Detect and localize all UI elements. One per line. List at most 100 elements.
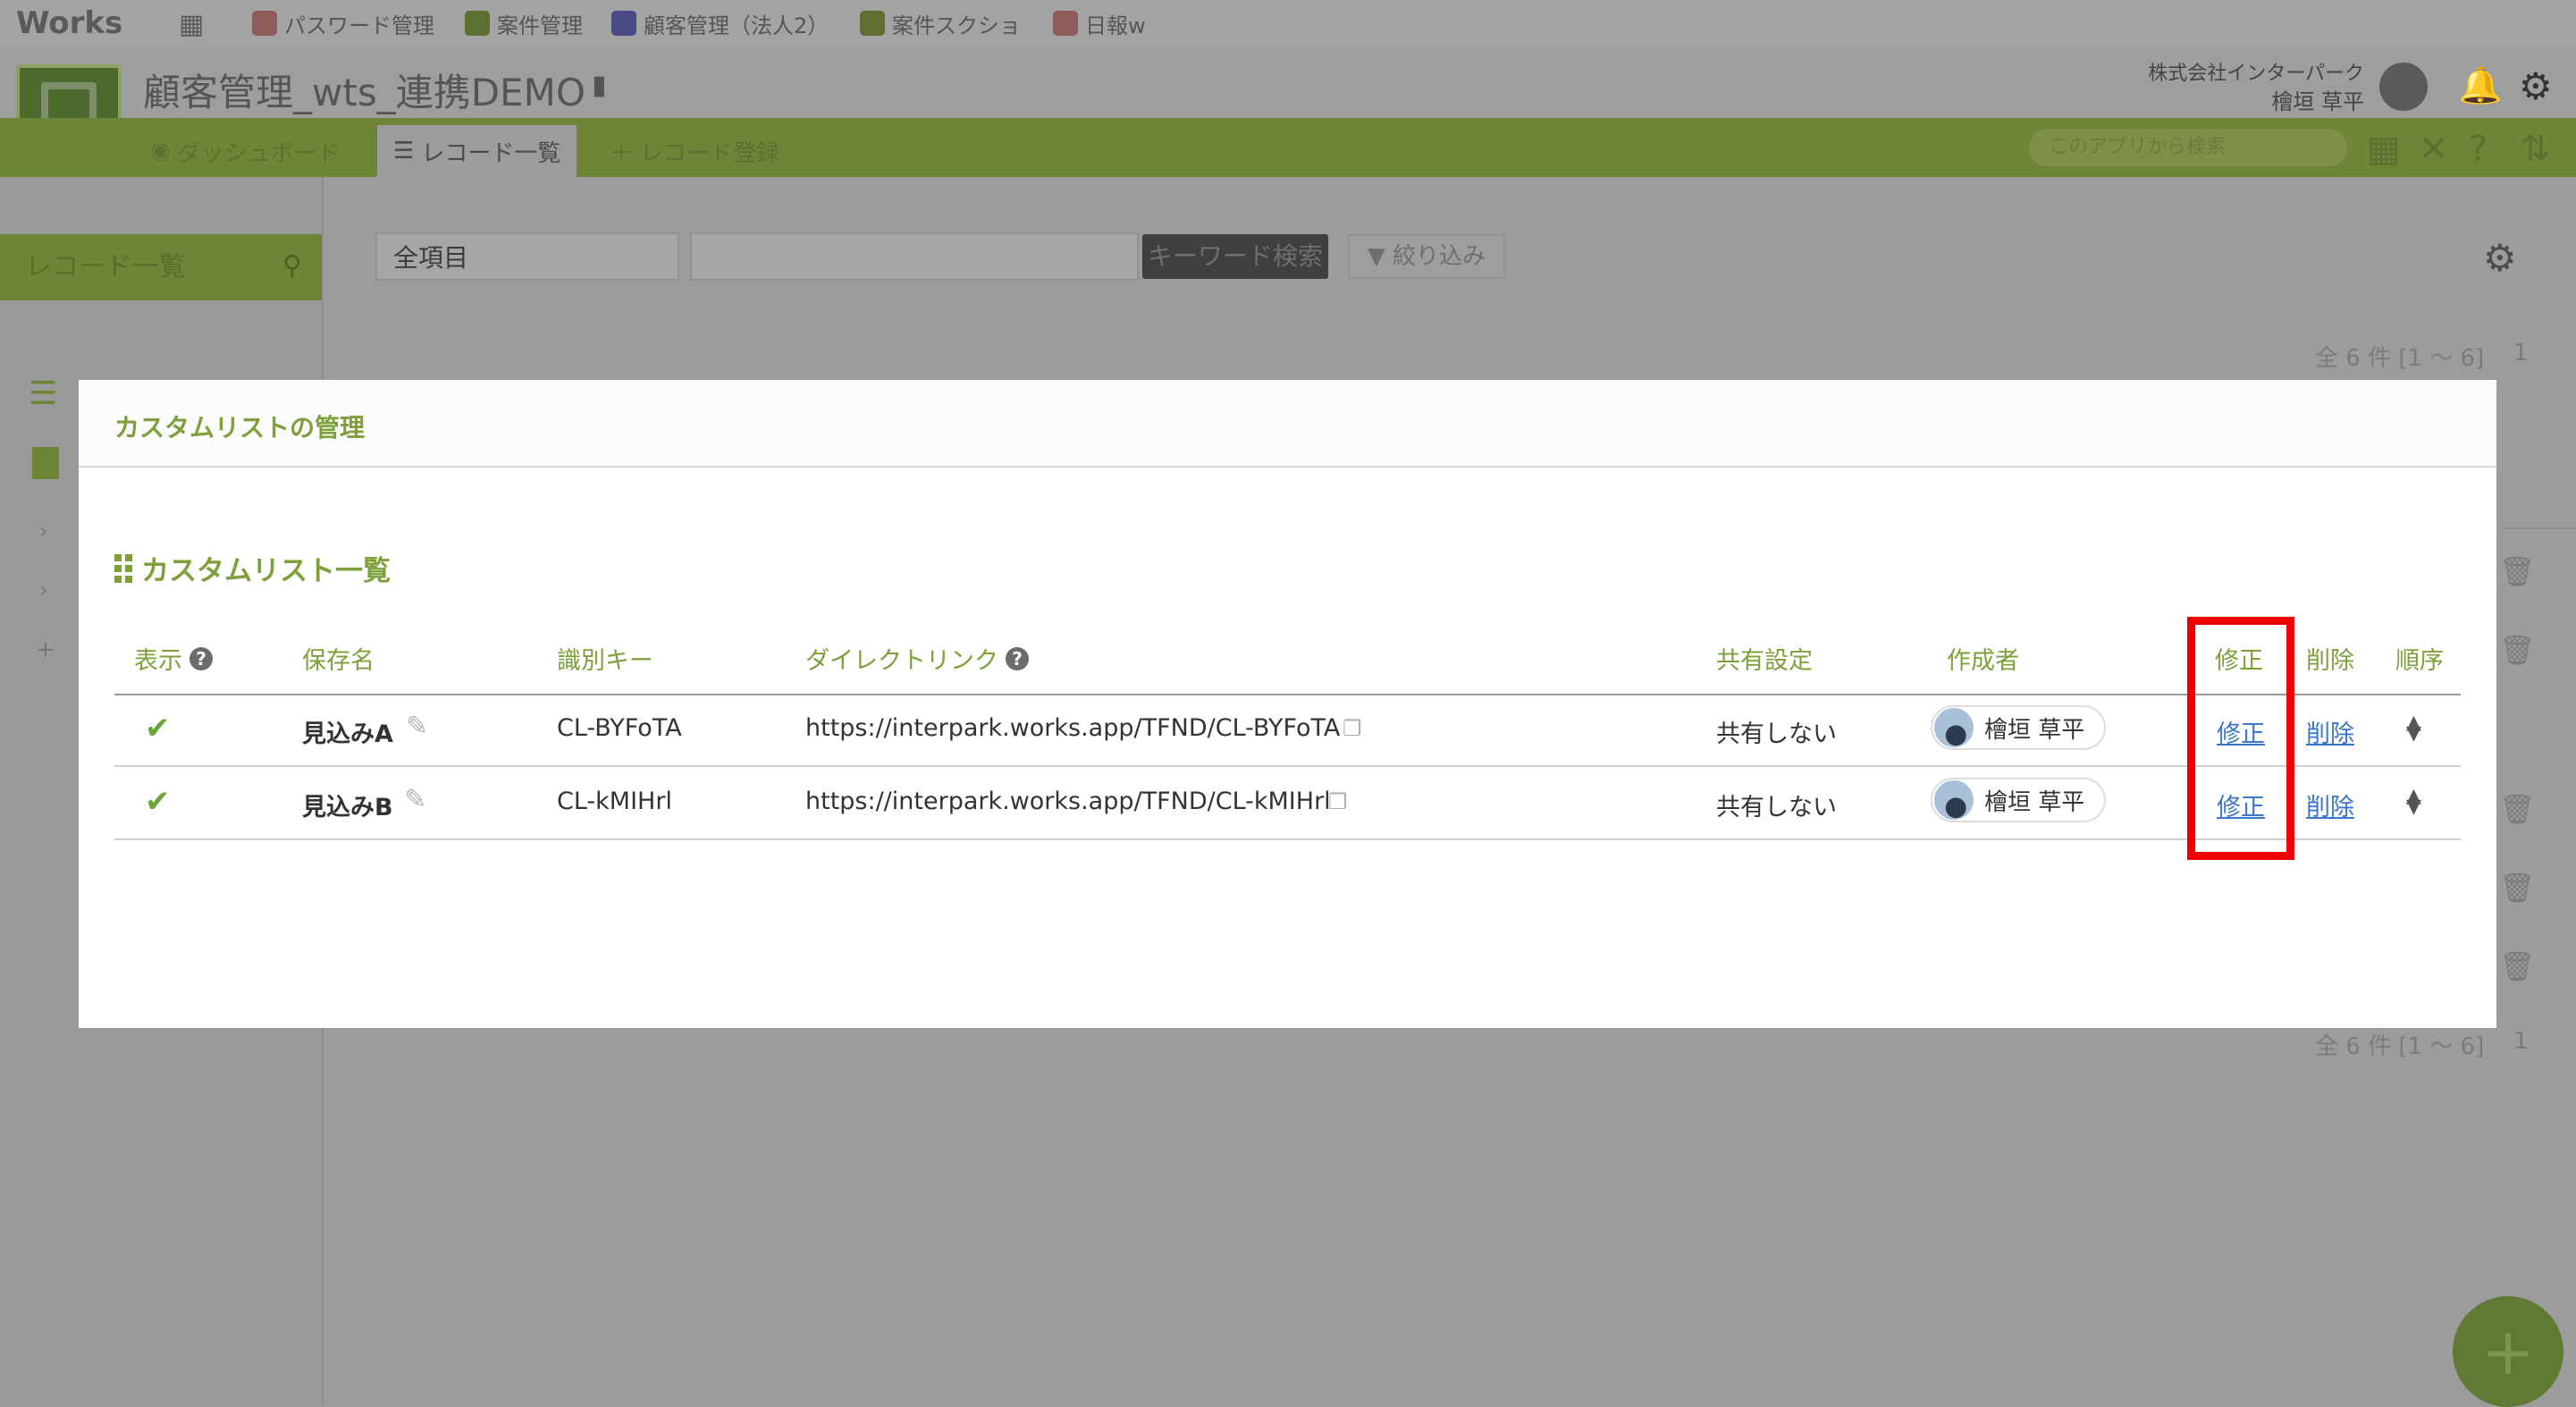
tab-dashboard[interactable]: ◉ ダッシュボード xyxy=(134,125,357,177)
column-header-key: 識別キー xyxy=(557,647,653,675)
column-header-name: 保存名 xyxy=(302,647,375,675)
row-share: 共有しない xyxy=(1716,720,1837,748)
row-link: https://interpark.works.app/TFND/CL-kMIH… xyxy=(805,788,1331,815)
creator-chip: 檜垣 草平 xyxy=(1931,778,2107,822)
field-select[interactable]: 全項目 xyxy=(375,232,679,281)
bookmark-label: 案件スクショ xyxy=(892,13,1021,38)
column-header-creator: 作成者 xyxy=(1947,647,2019,675)
modal-header xyxy=(79,380,2496,468)
list-settings-icon[interactable]: ⚙ xyxy=(2483,236,2517,280)
bookmark-daily[interactable]: 日報w xyxy=(1053,7,1146,39)
row-link: https://interpark.works.app/TFND/CL-BYFo… xyxy=(805,714,1341,742)
column-header-share: 共有設定 xyxy=(1716,647,1813,675)
filter-label: 絞り込み xyxy=(1393,243,1486,270)
bell-icon[interactable]: 🔔 xyxy=(2458,64,2503,106)
avatar[interactable] xyxy=(2379,63,2428,111)
bookmark-password[interactable]: パスワード管理 xyxy=(252,7,434,39)
trash-icon[interactable]: 🗑 xyxy=(2499,949,2536,983)
bookmark-cases[interactable]: 案件管理 xyxy=(465,7,583,39)
chevron-right-icon[interactable]: › xyxy=(39,518,48,543)
bookmark-label: 顧客管理（法人2） xyxy=(644,13,829,38)
avatar xyxy=(1934,780,1974,820)
app-icon xyxy=(252,11,277,36)
company-name: 株式会社インターパーク xyxy=(2148,63,2364,85)
add-record-fab[interactable]: + xyxy=(2453,1296,2563,1407)
trash-icon[interactable]: 🗑 xyxy=(2499,792,2536,826)
qr-icon[interactable]: ▦ xyxy=(2367,129,2401,170)
modal-title: カスタムリストの管理 xyxy=(114,413,366,442)
tab-label: ダッシュボード xyxy=(177,139,341,167)
divider xyxy=(2503,527,2576,529)
keyword-search-button[interactable]: キーワード検索 xyxy=(1142,234,1328,279)
bookmark-customers[interactable]: 顧客管理（法人2） xyxy=(611,7,829,39)
sort-handle-icon[interactable]: ▲ ▼ xyxy=(2406,713,2421,744)
help-icon[interactable]: ? xyxy=(189,646,213,670)
copy-icon[interactable]: ❐ xyxy=(1328,789,1348,814)
plus-icon[interactable]: + xyxy=(36,636,55,663)
trash-icon[interactable]: 🗑 xyxy=(2499,633,2536,667)
book-icon[interactable] xyxy=(32,447,59,479)
help-icon[interactable]: ? xyxy=(1006,646,1029,670)
bookmark-screenshots[interactable]: 案件スクショ xyxy=(860,7,1021,39)
app-search-input[interactable]: このアプリから検索 xyxy=(2029,129,2347,166)
app-title: 顧客管理_wts_連携DEMO xyxy=(143,71,585,114)
pencil-icon[interactable]: ✎ xyxy=(404,784,426,815)
tab-record-add[interactable]: ＋ レコード登録 xyxy=(593,125,796,177)
bookmark-icon[interactable]: ▮ xyxy=(592,70,607,101)
bookmark-label: 案件管理 xyxy=(497,13,583,38)
record-count-top: 全 6 件 [1 ～ 6] xyxy=(2315,345,2485,372)
tab-label: レコード登録 xyxy=(640,139,780,167)
app-icon xyxy=(860,11,885,36)
section-title-text: カスタムリスト一覧 xyxy=(141,555,391,587)
page-number[interactable]: 1 xyxy=(2513,1028,2529,1055)
pin-icon[interactable]: ⚲ xyxy=(282,250,302,282)
help-icon[interactable]: ? xyxy=(2469,129,2488,170)
trash-icon[interactable]: 🗑 xyxy=(2499,554,2536,588)
list-icon: ☰ xyxy=(393,138,415,164)
copy-icon[interactable]: ❐ xyxy=(1343,716,1362,741)
filter-button[interactable]: ▼ 絞り込み xyxy=(1348,234,1505,279)
column-header-order: 順序 xyxy=(2395,647,2444,675)
row-name: 見込みB xyxy=(302,794,393,821)
sync-icon[interactable]: ⇅ xyxy=(2521,129,2551,170)
section-title: カスタムリスト一覧 xyxy=(114,548,391,588)
tab-label: レコード一覧 xyxy=(421,139,561,167)
pencil-icon[interactable]: ✎ xyxy=(406,711,428,742)
column-header-link: ダイレクトリンク ? xyxy=(805,641,1029,676)
column-header-show: 表示 ? xyxy=(134,641,213,676)
filter-icon: ▼ xyxy=(1367,243,1385,270)
apps-grid-icon[interactable]: ▦ xyxy=(179,9,211,40)
gear-icon[interactable]: ⚙ xyxy=(2519,64,2553,108)
tools-icon[interactable]: ✕ xyxy=(2419,129,2449,170)
sidebar-title: レコード一覧 xyxy=(0,234,322,300)
chevron-right-icon[interactable]: › xyxy=(39,577,48,602)
sort-handle-icon[interactable]: ▲ ▼ xyxy=(2406,787,2421,817)
plus-icon: ＋ xyxy=(610,139,634,167)
list-icon[interactable]: ☰ xyxy=(29,375,57,412)
column-label: 表示 xyxy=(134,647,182,675)
keyword-input[interactable] xyxy=(690,232,1139,281)
row-key: CL-kMIHrl xyxy=(557,788,672,815)
delete-link[interactable]: 削除 xyxy=(2306,788,2354,822)
app-icon xyxy=(611,11,636,36)
delete-link[interactable]: 削除 xyxy=(2306,714,2354,749)
creator-name: 檜垣 草平 xyxy=(1984,716,2085,744)
tab-record-list[interactable]: ☰ レコード一覧 xyxy=(377,125,577,177)
user-name: 檜垣 草平 xyxy=(2271,89,2364,114)
app-icon xyxy=(1053,11,1078,36)
visible-check-icon[interactable]: ✔ xyxy=(145,784,171,820)
column-label: ダイレクトリンク xyxy=(805,647,998,675)
creator-name: 檜垣 草平 xyxy=(1984,788,2085,816)
bookmark-label: 日報w xyxy=(1085,13,1146,38)
header-divider xyxy=(114,694,2461,695)
column-header-delete: 削除 xyxy=(2306,647,2354,675)
visible-check-icon[interactable]: ✔ xyxy=(145,711,171,746)
highlight-box xyxy=(2187,617,2294,860)
row-key: CL-BYFoTA xyxy=(557,714,682,742)
avatar xyxy=(1934,708,1974,747)
page-number[interactable]: 1 xyxy=(2513,340,2529,366)
works-logo[interactable]: Works xyxy=(16,5,122,41)
row-divider xyxy=(114,765,2461,767)
record-count-bottom: 全 6 件 [1 ～ 6] xyxy=(2315,1033,2485,1060)
trash-icon[interactable]: 🗑 xyxy=(2499,871,2536,905)
